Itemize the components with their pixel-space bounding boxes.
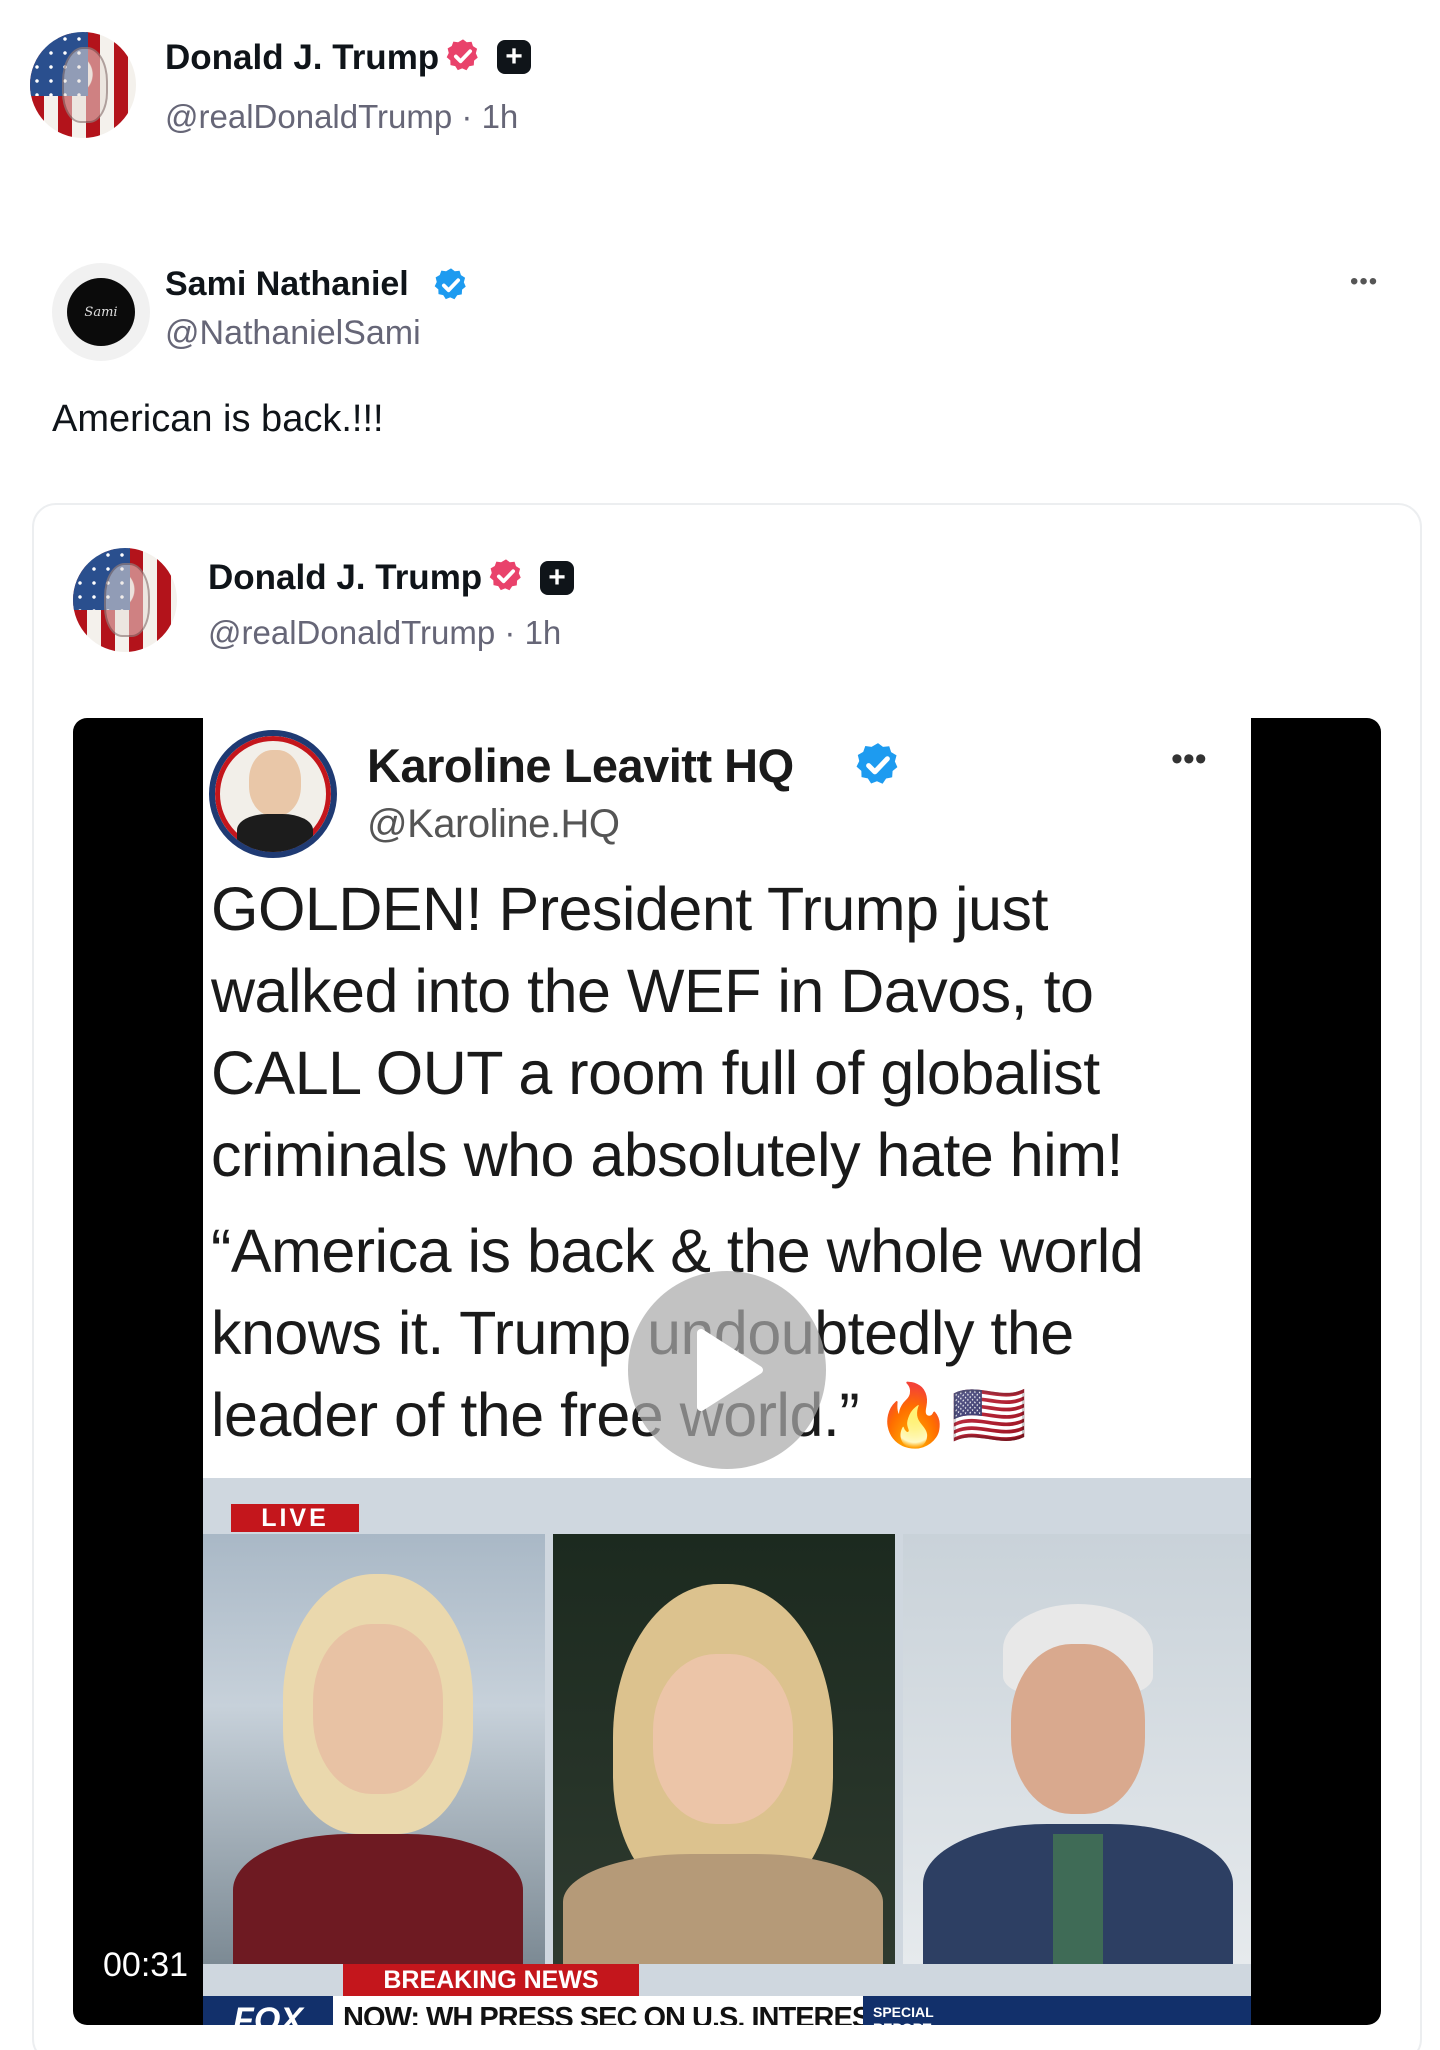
quoted-author-name[interactable]: Donald J. Trump: [208, 558, 482, 598]
embedded-line: criminals who absolutely hate him!: [211, 1121, 1123, 1189]
embedded-avatar: [209, 730, 337, 858]
broadcast-frame: LIVE BREAKING NEWS FOX NOW: WH PRESS SEC…: [203, 1478, 1251, 2025]
verified-badge-icon: [434, 268, 466, 300]
verified-badge-icon: [489, 559, 521, 591]
play-icon: [697, 1329, 763, 1411]
quoted-author-handle[interactable]: @realDonaldTrump: [208, 614, 495, 651]
quoted-post-time[interactable]: 1h: [525, 614, 562, 651]
reply-avatar[interactable]: Sami: [52, 263, 150, 361]
author-handle-row: @realDonaldTrump · 1h: [165, 98, 518, 136]
more-dots-icon[interactable]: •••: [1350, 268, 1378, 296]
embedded-more-icon: •••: [1171, 740, 1207, 778]
author-avatar[interactable]: [30, 32, 136, 138]
post-time[interactable]: 1h: [482, 98, 519, 135]
author-handle[interactable]: @realDonaldTrump: [165, 98, 452, 135]
live-badge: LIVE: [231, 1504, 359, 1532]
separator: ·: [461, 98, 482, 135]
breaking-news-label: BREAKING NEWS: [343, 1964, 639, 1996]
verified-badge-icon: [856, 743, 898, 784]
embedded-line: CALL OUT a room full of globalist: [211, 1039, 1100, 1107]
network-logo: FOX: [233, 2000, 303, 2026]
embedded-body: GOLDEN! President Trump just walked into…: [211, 868, 1123, 1196]
plus-box-icon: +: [540, 561, 574, 595]
embedded-line: GOLDEN! President Trump just: [211, 875, 1048, 943]
anchor-panel-right: [903, 1534, 1251, 1964]
reply-author-name[interactable]: Sami Nathaniel: [165, 265, 409, 304]
verified-badge-icon: [446, 39, 478, 71]
news-ticker: FOX NOW: WH PRESS SEC ON U.S. INTERESTS …: [203, 1996, 1251, 2025]
separator: ·: [504, 614, 525, 651]
reply-text: American is back.!!!: [52, 398, 384, 440]
ticker-text: NOW: WH PRESS SEC ON U.S. INTERESTS IN G…: [333, 1996, 863, 2025]
reply-author-handle[interactable]: @NathanielSami: [165, 314, 421, 353]
play-button[interactable]: [628, 1271, 826, 1469]
video-player[interactable]: Karoline Leavitt HQ ••• @Karoline.HQ GOL…: [73, 718, 1381, 2025]
author-name[interactable]: Donald J. Trump: [165, 38, 439, 78]
embedded-line: walked into the WEF in Davos, to: [211, 957, 1094, 1025]
embedded-handle: @Karoline.HQ: [367, 802, 620, 846]
guest-panel: [553, 1534, 895, 1964]
embedded-quote-line: “America is back & the whole world: [211, 1217, 1144, 1285]
video-duration: 00:31: [103, 1946, 189, 1984]
plus-box-icon: +: [497, 40, 531, 74]
reply-avatar-logo: Sami: [67, 278, 135, 346]
anchor-panel-left: [203, 1534, 545, 1964]
embedded-name: Karoline Leavitt HQ: [367, 739, 794, 792]
special-report-label: SPECIAL REPORT: [873, 2004, 934, 2025]
quoted-author-avatar[interactable]: [73, 548, 177, 652]
quoted-handle-row: @realDonaldTrump · 1h: [208, 614, 561, 652]
